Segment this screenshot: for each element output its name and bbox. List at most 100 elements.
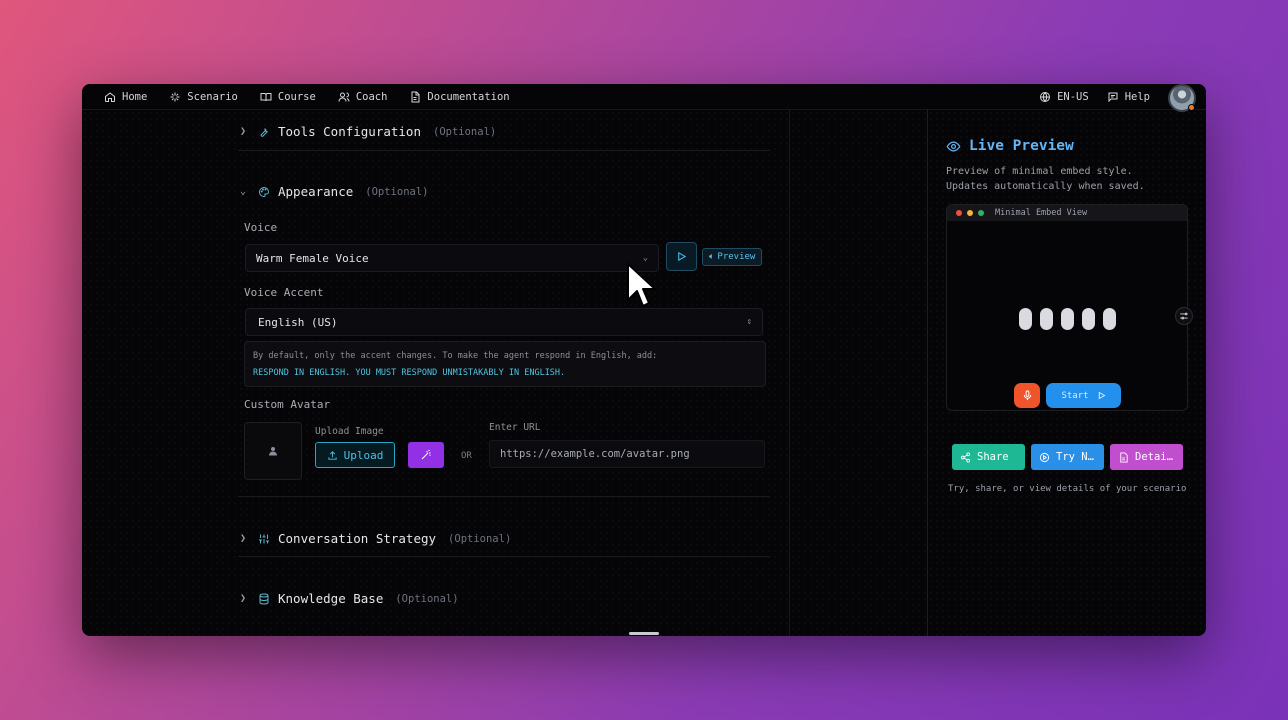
nav-scenario-label: Scenario — [187, 90, 238, 103]
url-placeholder: https://example.com/avatar.png — [500, 448, 690, 460]
upload-button[interactable]: Upload — [315, 442, 395, 468]
app-window: Home Scenario Course Coach Documentation… — [82, 84, 1206, 636]
help-link[interactable]: Help — [1107, 91, 1150, 103]
document-icon — [411, 91, 420, 102]
panel-title: Live Preview — [946, 138, 1074, 154]
home-icon — [105, 91, 115, 102]
palette-icon — [259, 186, 270, 197]
embed-titlebar: Minimal Embed View — [947, 205, 1187, 221]
share-icon — [960, 451, 971, 463]
file-icon — [1120, 451, 1128, 463]
nav-coach[interactable]: Coach — [338, 90, 388, 103]
share-button[interactable]: Share — [952, 444, 1025, 470]
note-text: By default, only the accent changes. To … — [253, 351, 658, 361]
minimize-dot — [967, 210, 973, 216]
mic-button[interactable] — [1014, 383, 1040, 408]
book-icon — [260, 92, 272, 101]
section-title: Appearance — [278, 184, 354, 199]
nav-coach-label: Coach — [355, 90, 388, 103]
nav-right: EN-US Help — [1039, 84, 1206, 112]
sliders-icon — [259, 534, 269, 543]
speaker-icon: 🔈︎ — [709, 252, 715, 262]
url-label: Enter URL — [489, 422, 541, 433]
optional-tag: (Optional) — [365, 185, 429, 198]
panel-subtitle: Preview of minimal embed style. Updates … — [946, 166, 1145, 192]
visualizer-bar — [1082, 308, 1095, 330]
visualizer-bar — [1061, 308, 1074, 330]
avatar-label: Custom Avatar — [244, 398, 331, 411]
resize-handle[interactable] — [629, 632, 659, 635]
voice-select[interactable]: Warm Female Voice ⌄ — [245, 244, 659, 272]
voice-label: Voice — [244, 221, 278, 234]
accent-note: By default, only the accent changes. To … — [244, 341, 766, 387]
maximize-dot — [978, 210, 984, 216]
section-appearance[interactable]: ⌄ Appearance (Optional) — [240, 184, 428, 199]
avatar-url-input[interactable]: https://example.com/avatar.png — [489, 440, 765, 468]
section-tools-configuration[interactable]: ❯ Tools Configuration (Optional) — [240, 124, 496, 139]
live-preview-panel: Live Preview Preview of minimal embed st… — [928, 110, 1206, 636]
chevron-right-icon: ❯ — [240, 593, 247, 604]
section-conversation-strategy[interactable]: ❯ Conversation Strategy (Optional) — [240, 531, 511, 546]
visualizer-bar — [1103, 308, 1116, 330]
preview-label: Preview — [717, 252, 756, 262]
embed-title: Minimal Embed View — [995, 208, 1088, 218]
audio-visualizer — [1019, 308, 1116, 330]
details-label: Detai… — [1135, 451, 1173, 463]
eye-icon — [946, 140, 961, 152]
wrench-icon — [260, 127, 268, 137]
divider — [238, 150, 770, 151]
user-avatar[interactable] — [1168, 84, 1196, 112]
chevron-down-icon: ⌄ — [240, 186, 247, 197]
accent-label: Voice Accent — [244, 286, 324, 299]
voice-preview-button[interactable]: 🔈︎ Preview — [702, 248, 763, 266]
database-icon — [259, 593, 269, 605]
generate-avatar-button[interactable] — [408, 442, 444, 468]
mouse-cursor-icon — [627, 263, 656, 307]
or-divider: OR — [461, 451, 472, 461]
optional-tag: (Optional) — [448, 532, 512, 545]
note-command: RESPOND IN ENGLISH. YOU MUST RESPOND UNM… — [253, 368, 566, 378]
panel-footer: Try, share, or view details of your scen… — [948, 484, 1187, 494]
column-divider — [789, 110, 790, 636]
section-title: Tools Configuration — [278, 124, 421, 139]
magic-wand-icon — [421, 449, 431, 460]
try-label: Try N… — [1056, 451, 1094, 463]
users-icon — [338, 92, 350, 102]
nav-home-label: Home — [122, 90, 148, 103]
nav-course[interactable]: Course — [260, 91, 316, 103]
share-label: Share — [977, 451, 1009, 463]
nav-course-label: Course — [277, 90, 316, 103]
language-switch[interactable]: EN-US — [1039, 91, 1089, 103]
close-dot — [956, 210, 962, 216]
nav-scenario[interactable]: Scenario — [169, 91, 238, 103]
upload-icon — [328, 450, 337, 460]
settings-toggle[interactable] — [1175, 307, 1193, 325]
upload-image-label: Upload Image — [315, 426, 384, 437]
sparkle-icon — [170, 92, 180, 101]
avatar-placeholder — [244, 422, 302, 480]
embed-preview: Minimal Embed View Start — [946, 204, 1188, 411]
section-title: Knowledge Base — [278, 591, 384, 606]
accent-value: English (US) — [258, 315, 338, 329]
main-editor: ❯ Tools Configuration (Optional) ⌄ Appea… — [82, 110, 927, 636]
nav-home[interactable]: Home — [104, 91, 147, 103]
details-button[interactable]: Detai… — [1110, 444, 1183, 470]
play-voice-button[interactable] — [666, 242, 697, 271]
visualizer-bar — [1040, 308, 1053, 330]
divider — [238, 556, 770, 557]
panel-title-text: Live Preview — [969, 138, 1074, 154]
nav-documentation[interactable]: Documentation — [409, 90, 510, 103]
accent-select[interactable]: English (US) ⇕ — [245, 308, 763, 336]
play-circle-icon — [1039, 452, 1050, 462]
optional-tag: (Optional) — [395, 592, 459, 605]
updown-icon: ⇕ — [746, 317, 752, 327]
section-knowledge-base[interactable]: ❯ Knowledge Base (Optional) — [240, 591, 459, 606]
start-button[interactable]: Start — [1046, 383, 1121, 408]
play-icon — [678, 251, 687, 262]
try-now-button[interactable]: Try N… — [1031, 444, 1104, 470]
top-nav: Home Scenario Course Coach Documentation… — [82, 84, 1206, 112]
nav-documentation-label: Documentation — [427, 90, 510, 103]
section-title: Conversation Strategy — [278, 531, 437, 546]
help-icon — [1108, 92, 1118, 103]
optional-tag: (Optional) — [433, 125, 497, 138]
